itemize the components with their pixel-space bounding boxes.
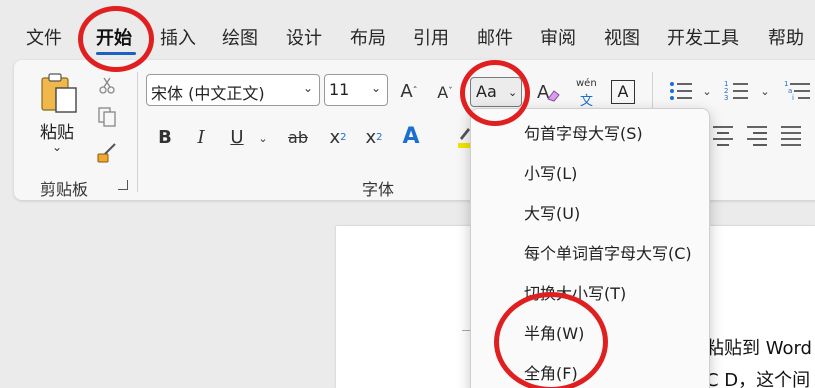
shrink-font-button[interactable]: Aˇ: [434, 80, 456, 104]
strikethrough-button[interactable]: ab: [284, 124, 312, 150]
multilevel-list-icon[interactable]: 1ai: [784, 78, 810, 104]
dialog-launcher-icon[interactable]: [118, 180, 128, 190]
group-divider: [137, 72, 138, 192]
chevron-down-icon[interactable]: ⌄: [303, 81, 313, 95]
svg-text:A: A: [537, 82, 550, 103]
annotation-circle-change-case-button: [460, 60, 530, 126]
menu-item-capitalize-each-word[interactable]: 每个单词首字母大写(C): [524, 240, 692, 264]
svg-text:i: i: [792, 94, 794, 102]
italic-button[interactable]: I: [190, 124, 212, 150]
clipboard-group-label: 剪贴板: [40, 180, 89, 199]
clear-formatting-button[interactable]: A: [534, 78, 562, 106]
font-name-value: 宋体 (中文正文): [151, 84, 265, 103]
font-size-combo[interactable]: 11 ⌄: [324, 74, 388, 106]
tab-view[interactable]: 视图: [604, 24, 640, 50]
tab-references[interactable]: 引用: [413, 24, 449, 50]
justify-icon[interactable]: [780, 124, 802, 146]
character-border-button[interactable]: A: [611, 80, 635, 104]
tab-file[interactable]: 文件: [26, 24, 62, 50]
svg-text:3: 3: [724, 94, 728, 102]
menu-item-uppercase[interactable]: 大写(U): [524, 200, 580, 224]
annotation-circle-home-tab: [78, 6, 154, 72]
tab-help[interactable]: 帮助: [768, 24, 804, 50]
numbering-chevron-icon[interactable]: ⌄: [758, 80, 772, 102]
font-size-value: 11: [329, 80, 350, 99]
superscript-button[interactable]: x2: [362, 124, 386, 150]
tab-design[interactable]: 设计: [286, 24, 322, 50]
underline-options-chevron-icon[interactable]: ⌄: [256, 126, 270, 150]
tab-review[interactable]: 审阅: [540, 24, 576, 50]
clear-formatting-icon: A: [537, 82, 560, 103]
menu-item-sentence-case[interactable]: 句首字母大写(S): [524, 120, 643, 144]
scissors-icon[interactable]: [94, 72, 120, 98]
highlighter-icon[interactable]: [458, 126, 470, 148]
phonetic-guide-button[interactable]: wén 文: [574, 78, 600, 109]
text-effects-button[interactable]: A: [398, 122, 424, 150]
format-painter-icon[interactable]: [94, 140, 120, 166]
menu-item-lowercase[interactable]: 小写(L): [524, 160, 577, 184]
bullets-chevron-icon[interactable]: ⌄: [700, 80, 714, 102]
align-center-icon[interactable]: [712, 124, 734, 146]
tab-insert[interactable]: 插入: [160, 24, 196, 50]
phonetic-guide-char: 文: [580, 94, 594, 109]
grow-font-button[interactable]: Aˆ: [396, 78, 422, 104]
annotation-circle-width-options: [494, 292, 608, 388]
character-border-char: A: [617, 82, 629, 101]
copy-icon[interactable]: [94, 104, 120, 130]
font-group-label: 字体: [362, 180, 395, 199]
bold-button[interactable]: B: [154, 124, 176, 150]
tab-layout[interactable]: 布局: [350, 24, 386, 50]
bullets-icon[interactable]: [668, 78, 694, 104]
font-name-combo[interactable]: 宋体 (中文正文) ⌄: [146, 74, 320, 106]
align-right-icon[interactable]: [746, 124, 768, 146]
paste-chevron-icon[interactable]: ⌄: [52, 140, 62, 154]
underline-button[interactable]: U: [226, 124, 248, 150]
tab-draw[interactable]: 绘图: [222, 24, 258, 50]
tab-mailings[interactable]: 邮件: [477, 24, 513, 50]
phonetic-guide-pinyin: wén: [576, 78, 597, 89]
document-text-line-1: 粘贴到 Word: [706, 338, 812, 359]
tab-developer[interactable]: 开发工具: [667, 24, 739, 50]
chevron-down-icon[interactable]: ⌄: [371, 81, 381, 95]
subscript-button[interactable]: x2: [326, 124, 350, 150]
document-text-line-2: C D，这个间: [706, 370, 811, 388]
clipboard-paste-icon[interactable]: [40, 72, 80, 114]
numbering-icon[interactable]: 123: [724, 78, 750, 104]
